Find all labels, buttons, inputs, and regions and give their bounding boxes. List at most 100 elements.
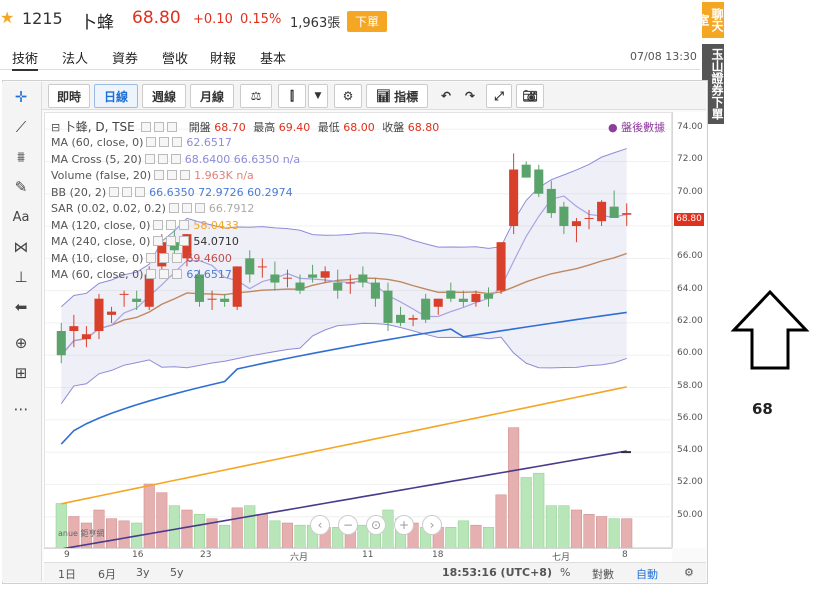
measure-icon[interactable]: ⊞ — [8, 362, 34, 384]
balance-icon[interactable]: ⚖ — [240, 84, 272, 108]
dropdown-icon[interactable]: ▼ — [308, 84, 328, 108]
remove-icon[interactable] — [180, 170, 191, 180]
price-tick-label: 72.00 — [677, 154, 703, 165]
eye-icon[interactable] — [153, 219, 164, 230]
indicator-legend-row[interactable]: SAR (0.02, 0.02, 0.2) 66.7912 — [51, 202, 254, 218]
gann-icon[interactable]: ⊥ — [8, 266, 34, 288]
log-toggle[interactable]: 對數 — [592, 566, 614, 582]
tab-institutional[interactable]: 法人 — [62, 48, 88, 67]
zoom-out-icon[interactable]: − — [338, 515, 358, 535]
trend-line-icon[interactable]: ⟋ — [8, 116, 34, 138]
interval-weekly-button[interactable]: 週線 — [142, 84, 186, 108]
eye-icon[interactable] — [146, 252, 157, 263]
settings-icon[interactable] — [166, 236, 177, 246]
eye-icon[interactable] — [154, 170, 165, 180]
settings-icon[interactable] — [159, 269, 170, 279]
remove-icon[interactable] — [172, 269, 183, 279]
fullscreen-icon[interactable]: ⤢ — [486, 84, 512, 108]
remove-icon[interactable] — [194, 203, 205, 213]
gear-icon[interactable]: ⚙ — [334, 84, 362, 108]
crosshair-icon[interactable]: ✛ — [8, 86, 34, 108]
settings-icon[interactable] — [154, 122, 165, 132]
eye-icon[interactable] — [109, 186, 120, 197]
gear-icon[interactable]: ⚙ — [684, 566, 694, 579]
settings-icon[interactable] — [159, 252, 170, 263]
remove-icon[interactable] — [172, 252, 183, 263]
tab-margin[interactable]: 資券 — [112, 48, 138, 67]
tab-financials[interactable]: 財報 — [210, 48, 236, 67]
remove-icon[interactable] — [179, 236, 190, 246]
fib-icon[interactable]: ⩩ — [8, 146, 34, 168]
star-icon[interactable]: ★ — [0, 8, 14, 27]
settings-icon[interactable] — [159, 137, 170, 147]
scroll-right-icon[interactable]: › — [422, 515, 442, 535]
after-hours-label[interactable]: ● 盤後數據 — [608, 119, 665, 135]
price-axis[interactable]: 74.0072.0070.0068.0066.0064.0062.0060.00… — [672, 112, 706, 548]
eye-icon[interactable] — [168, 203, 179, 213]
more-icon[interactable]: ⋯ — [8, 398, 34, 420]
settings-icon[interactable] — [181, 203, 192, 213]
range-1d[interactable]: 1日 — [58, 566, 76, 582]
remove-icon[interactable] — [179, 219, 190, 230]
settings-icon[interactable] — [167, 170, 178, 180]
brush-icon[interactable]: ✎ — [8, 176, 34, 198]
undo-icon[interactable]: ↶ — [434, 84, 458, 108]
range-5y[interactable]: 5y — [170, 566, 184, 579]
candlestick-icon[interactable]: ⫿ — [278, 84, 306, 108]
eye-icon[interactable] — [146, 269, 157, 279]
percent-toggle[interactable]: % — [560, 566, 570, 579]
eye-icon[interactable] — [153, 236, 164, 246]
interval-daily-button[interactable]: 日線 — [94, 84, 138, 108]
eye-icon[interactable] — [144, 153, 155, 164]
settings-icon[interactable] — [122, 186, 133, 197]
open-value: 68.70 — [214, 121, 246, 134]
indicator-legend-row[interactable]: MA (10, close, 0) 69.4600 — [51, 252, 232, 268]
interval-realtime-button[interactable]: 即時 — [48, 84, 90, 108]
indicator-legend-row[interactable]: MA (240, close, 0) 54.0710 — [51, 235, 239, 251]
indicator-legend-row[interactable]: MA (60, close, 0) 62.6517 — [51, 136, 232, 152]
settings-icon[interactable] — [166, 219, 177, 230]
redo-icon[interactable]: ↷ — [458, 84, 482, 108]
eye-icon[interactable] — [141, 122, 152, 132]
tab-technical[interactable]: 技術 — [12, 48, 39, 71]
remove-icon[interactable] — [135, 186, 146, 197]
indicator-button[interactable]: 📊︎ 指標 — [366, 84, 428, 108]
scroll-left-icon[interactable]: ‹ — [310, 515, 330, 535]
indicator-legend-row[interactable]: Volume (false, 20) 1.963K n/a — [51, 169, 254, 185]
indicator-legend-row[interactable]: MA (60, close, 0) 62.6517 — [51, 268, 232, 284]
high-value: 69.40 — [278, 121, 311, 134]
text-icon[interactable]: Aa — [8, 206, 34, 228]
remove-icon[interactable] — [170, 153, 181, 164]
candle-body — [345, 282, 355, 284]
zoom-in-icon[interactable]: + — [394, 515, 414, 535]
volume-bar — [156, 492, 168, 550]
reset-zoom-icon[interactable]: ⊙ — [366, 515, 386, 535]
pattern-icon[interactable]: ⋈ — [8, 236, 34, 258]
arrow-left-icon[interactable]: ⬅ — [8, 296, 34, 318]
range-6m[interactable]: 6月 — [98, 566, 116, 582]
volume-bar — [244, 505, 256, 550]
close-label: 收盤 — [382, 121, 405, 134]
tab-revenue[interactable]: 營收 — [162, 48, 188, 67]
volume-bar — [219, 524, 231, 550]
collapse-icon[interactable]: ⊟ — [51, 121, 60, 134]
remove-icon[interactable] — [167, 122, 178, 132]
indicator-legend-row[interactable]: BB (20, 2) 66.6350 72.9726 60.2974 — [51, 186, 293, 202]
order-button[interactable]: 下單 — [347, 11, 388, 32]
tab-basic[interactable]: 基本 — [260, 48, 286, 67]
chat-room-tab[interactable]: 聊天室 — [696, 2, 724, 38]
settings-icon[interactable] — [157, 153, 168, 164]
zoom-icon[interactable]: ⊕ — [8, 332, 34, 354]
date-axis[interactable]: 9 16 23 六月 11 18 七月 8 — [44, 548, 672, 563]
candle-body — [471, 293, 481, 302]
indicator-legend-row[interactable]: MA Cross (5, 20) 68.6400 66.6350 n/a — [51, 153, 300, 169]
range-3y[interactable]: 3y — [136, 566, 150, 579]
volume-bar — [281, 522, 293, 550]
interval-monthly-button[interactable]: 月線 — [190, 84, 234, 108]
auto-toggle[interactable]: 自動 — [636, 566, 658, 582]
indicator-legend-row[interactable]: MA (120, close, 0) 58.0433 — [51, 219, 239, 235]
eye-icon[interactable] — [146, 137, 157, 147]
remove-icon[interactable] — [172, 137, 183, 147]
camera-icon[interactable]: 📷︎ — [516, 84, 544, 108]
candle-body — [358, 274, 368, 283]
